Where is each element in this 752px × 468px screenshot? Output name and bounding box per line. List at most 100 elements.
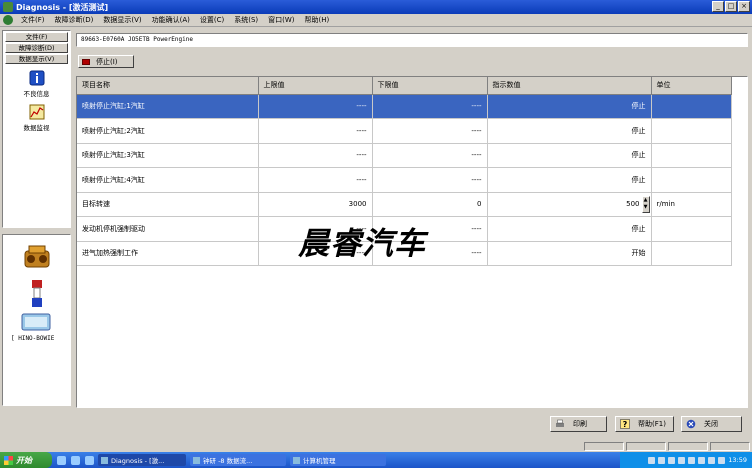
sidebar-tool-fault-info[interactable]: 不良信息: [3, 70, 70, 98]
table-row[interactable]: 目标转速 3000 0 500 ▲ ▼ r/min: [77, 192, 732, 217]
table-header-row: 项目名称 上限值 下限值 指示数值 单位: [77, 77, 732, 95]
column-header-lower[interactable]: 下限值: [372, 77, 488, 95]
upper-cell: 3000: [258, 192, 373, 217]
chart-icon: [29, 104, 44, 120]
upper-cell: ----: [258, 143, 373, 168]
value-cell[interactable]: 停止: [487, 143, 652, 168]
target-speed-value[interactable]: 500: [626, 200, 639, 208]
column-header-item[interactable]: 项目名称: [77, 77, 259, 95]
sidebar-diagnosis-button[interactable]: 故障诊断(D): [5, 43, 68, 53]
quicklaunch-desktop-icon[interactable]: [57, 455, 66, 465]
item-name-cell: 发动机停机强制驱动: [77, 216, 259, 242]
maximize-button[interactable]: □: [725, 1, 737, 12]
status-cell: [668, 442, 708, 451]
close-label: 关闭: [704, 420, 718, 428]
tray-icon[interactable]: [648, 456, 656, 464]
table-row[interactable]: 喷射停止汽缸;4汽缸 ---- ---- 停止: [77, 167, 732, 193]
print-button[interactable]: 印刷: [550, 416, 607, 432]
column-header-upper[interactable]: 上限值: [258, 77, 373, 95]
menu-settings[interactable]: 设置(C): [195, 15, 229, 25]
taskbar-item-data-stream[interactable]: 钟研 -8 数据流...: [190, 454, 286, 466]
system-tray: 13:59: [620, 452, 752, 468]
quicklaunch-browser-icon[interactable]: [71, 455, 80, 465]
tray-icon[interactable]: [668, 456, 676, 464]
sidebar-tool-label: 数据监视: [23, 124, 50, 132]
task-label: 计算机管理: [303, 457, 336, 465]
unit-cell: [651, 167, 732, 193]
unit-cell: r/min: [651, 192, 732, 217]
help-button[interactable]: ? 帮助(F1): [615, 416, 674, 432]
sidebar-tool-label: 不良信息: [23, 90, 50, 98]
minimize-button[interactable]: _: [712, 1, 724, 12]
value-cell[interactable]: 停止: [487, 167, 652, 193]
menu-system[interactable]: 系统(S): [229, 15, 263, 25]
taskbar-item-diagnosis[interactable]: Diagnosis - [激...: [98, 454, 186, 466]
vehicle-icon: [21, 313, 51, 331]
value-cell[interactable]: 开始: [487, 241, 652, 266]
sidebar-data-display-button[interactable]: 数据显示(V): [5, 54, 68, 64]
app-menu-icon[interactable]: [3, 15, 13, 25]
menu-file[interactable]: 文件(F): [16, 15, 50, 25]
taskbar-item-computer-management[interactable]: 计算机管理: [290, 454, 386, 466]
menu-window[interactable]: 窗口(W): [263, 15, 299, 25]
upper-cell: ----: [258, 118, 373, 144]
device-label: [ HINO-BOWIE: [11, 335, 55, 342]
device-panel: [ HINO-BOWIE: [2, 234, 71, 406]
ecu-path: 89663-E0760A JO5ETB PowerEngine: [76, 33, 748, 47]
tray-icon[interactable]: [708, 456, 716, 464]
menu-diagnosis[interactable]: 故障诊断(D): [50, 15, 99, 25]
table-row[interactable]: 喷射停止汽缸;1汽缸 ---- ---- 停止: [77, 94, 732, 119]
table-row[interactable]: 喷射停止汽缸;2汽缸 ---- ---- 停止: [77, 118, 732, 144]
tray-icon[interactable]: [658, 456, 666, 464]
upper-cell: ----: [258, 167, 373, 193]
menu-data-display[interactable]: 数据显示(V): [98, 15, 146, 25]
task-label: Diagnosis - [激...: [111, 457, 165, 465]
stop-icon: [82, 58, 90, 65]
watermark: 晨睿汽车: [298, 226, 426, 262]
status-cell: [626, 442, 666, 451]
status-bar: [0, 441, 752, 452]
stop-button[interactable]: 停止(I): [78, 55, 134, 68]
value-cell[interactable]: 停止: [487, 94, 652, 119]
close-window-button[interactable]: ×: [738, 1, 750, 12]
printer-icon: [556, 419, 564, 427]
unit-cell: [651, 241, 732, 266]
engine-icon: [24, 245, 50, 268]
start-label: 开始: [16, 455, 32, 465]
clock[interactable]: 13:59: [728, 456, 747, 464]
window-title: Diagnosis - [激活测试]: [16, 2, 109, 12]
value-cell[interactable]: 停止: [487, 118, 652, 144]
volume-icon[interactable]: [718, 456, 726, 464]
column-header-unit[interactable]: 单位: [651, 77, 732, 95]
quicklaunch-media-icon[interactable]: [85, 455, 94, 465]
unit-cell: [651, 94, 732, 119]
lower-cell: ----: [372, 143, 488, 168]
help-icon: ?: [620, 419, 630, 429]
sidebar: 文件(F) 故障诊断(D) 数据显示(V) 不良信息 数据监视: [2, 30, 71, 228]
spinner-arrows[interactable]: ▲ ▼: [641, 195, 650, 213]
table-row[interactable]: 喷射停止汽缸;3汽缸 ---- ---- 停止: [77, 143, 732, 168]
info-icon: [29, 70, 44, 86]
sidebar-file-button[interactable]: 文件(F): [5, 32, 68, 42]
close-button[interactable]: 关闭: [681, 416, 742, 432]
sidebar-tool-data-monitor[interactable]: 数据监视: [3, 104, 70, 132]
value-cell[interactable]: 停止: [487, 216, 652, 242]
menu-function-confirm[interactable]: 功能确认(A): [147, 15, 195, 25]
app-icon: [101, 456, 108, 464]
menu-help[interactable]: 帮助(H): [300, 15, 335, 25]
upper-cell: ----: [258, 94, 373, 119]
unit-cell: [651, 118, 732, 144]
column-header-value[interactable]: 指示数值: [487, 77, 652, 95]
item-name-cell: 目标转速: [77, 192, 259, 217]
status-cell: [710, 442, 750, 451]
unit-cell: [651, 143, 732, 168]
start-button[interactable]: 开始: [0, 452, 52, 468]
tray-icon[interactable]: [698, 456, 706, 464]
tray-icon[interactable]: [678, 456, 686, 464]
close-icon: [686, 419, 696, 429]
lower-cell: ----: [372, 94, 488, 119]
connector-icon: [32, 280, 42, 307]
tray-icon[interactable]: [688, 456, 696, 464]
value-spinner-cell[interactable]: 500 ▲ ▼: [487, 192, 652, 217]
title-bar: Diagnosis - [激活测试] _ □ ×: [0, 0, 752, 14]
